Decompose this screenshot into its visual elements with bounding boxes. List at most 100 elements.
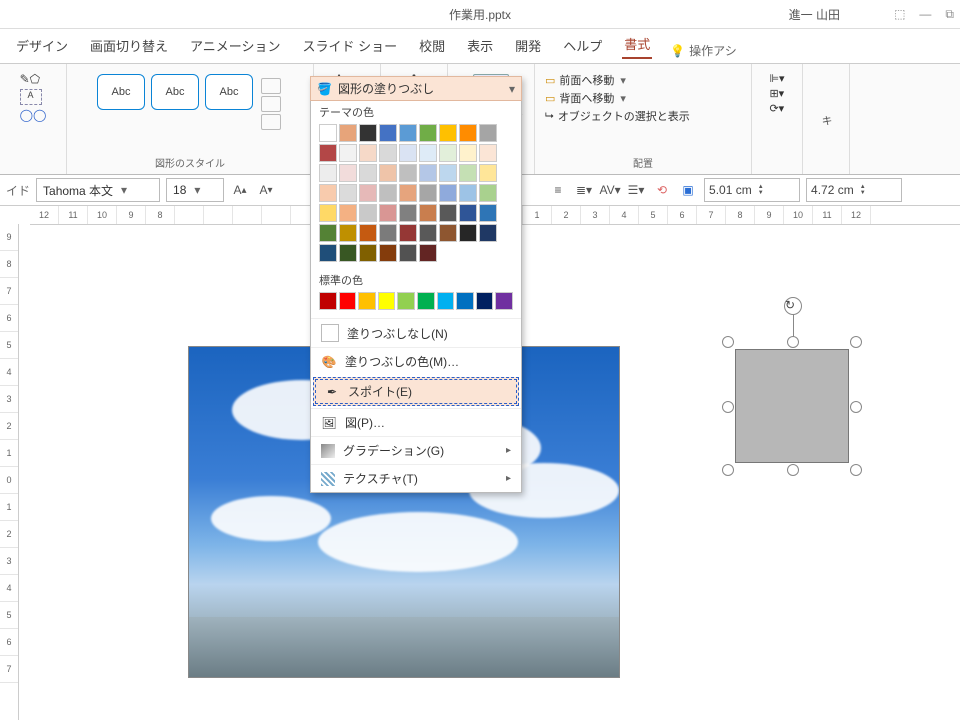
height-input[interactable]: 5.01 cm▲▼ bbox=[704, 178, 800, 202]
tab-design[interactable]: デザイン bbox=[14, 32, 70, 59]
increase-font-icon[interactable]: A▴ bbox=[230, 180, 250, 200]
color-swatch[interactable] bbox=[319, 184, 337, 202]
color-swatch[interactable] bbox=[479, 164, 497, 182]
color-swatch[interactable] bbox=[359, 224, 377, 242]
color-swatch[interactable] bbox=[479, 184, 497, 202]
shape-fill-button[interactable]: 🪣 図形の塗りつぶし ▾ bbox=[310, 76, 522, 101]
color-swatch[interactable] bbox=[439, 124, 457, 142]
color-swatch[interactable] bbox=[339, 224, 357, 242]
color-swatch[interactable] bbox=[379, 144, 397, 162]
shape-style-3[interactable]: Abc bbox=[205, 74, 253, 110]
color-swatch[interactable] bbox=[417, 292, 435, 310]
color-swatch[interactable] bbox=[339, 204, 357, 222]
color-swatch[interactable] bbox=[319, 144, 337, 162]
rotate-button[interactable]: ⟳▾ bbox=[769, 102, 784, 115]
color-swatch[interactable] bbox=[399, 164, 417, 182]
color-swatch[interactable] bbox=[439, 224, 457, 242]
color-swatch[interactable] bbox=[439, 144, 457, 162]
rotation-handle[interactable]: ↻ bbox=[784, 297, 802, 315]
ribbon-options-icon[interactable]: ⬚ bbox=[894, 7, 905, 22]
color-swatch[interactable] bbox=[319, 244, 337, 262]
group-button[interactable]: ⊞▾ bbox=[769, 87, 784, 100]
shape-style-1[interactable]: Abc bbox=[97, 74, 145, 110]
eyedropper-item[interactable]: ✒ スポイト(E) bbox=[313, 377, 519, 406]
color-swatch[interactable] bbox=[439, 164, 457, 182]
restore-button[interactable]: ⧉ bbox=[945, 7, 954, 22]
resize-handle-se[interactable] bbox=[850, 464, 862, 476]
color-swatch[interactable] bbox=[479, 204, 497, 222]
color-swatch[interactable] bbox=[479, 124, 497, 142]
columns-icon[interactable]: ☰▾ bbox=[626, 180, 646, 200]
color-swatch[interactable] bbox=[359, 164, 377, 182]
color-swatch[interactable] bbox=[379, 224, 397, 242]
shape-style-2[interactable]: Abc bbox=[151, 74, 199, 110]
resize-handle-e[interactable] bbox=[850, 401, 862, 413]
color-swatch[interactable] bbox=[379, 184, 397, 202]
color-swatch[interactable] bbox=[378, 292, 396, 310]
color-swatch[interactable] bbox=[379, 164, 397, 182]
color-swatch[interactable] bbox=[479, 144, 497, 162]
color-swatch[interactable] bbox=[379, 204, 397, 222]
resize-handle-n[interactable] bbox=[787, 336, 799, 348]
merge-shapes-icon[interactable]: ◯◯ bbox=[20, 108, 47, 122]
minimize-button[interactable]: — bbox=[919, 7, 931, 22]
color-swatch[interactable] bbox=[419, 164, 437, 182]
color-swatch[interactable] bbox=[359, 244, 377, 262]
selected-rectangle-shape[interactable]: ↻ bbox=[727, 341, 857, 471]
resize-handle-sw[interactable] bbox=[722, 464, 734, 476]
color-swatch[interactable] bbox=[476, 292, 494, 310]
selection-pane-button[interactable]: ⮡オブジェクトの選択と表示 bbox=[545, 108, 690, 124]
color-swatch[interactable] bbox=[319, 164, 337, 182]
color-swatch[interactable] bbox=[419, 144, 437, 162]
more-fill-colors-item[interactable]: 🎨 塗りつぶしの色(M)… bbox=[311, 347, 521, 375]
color-swatch[interactable] bbox=[459, 144, 477, 162]
color-swatch[interactable] bbox=[419, 124, 437, 142]
color-swatch[interactable] bbox=[399, 144, 417, 162]
clear-format-icon[interactable]: ⟲ bbox=[652, 180, 672, 200]
color-swatch[interactable] bbox=[359, 204, 377, 222]
tab-transitions[interactable]: 画面切り替え bbox=[88, 32, 170, 59]
tab-developer[interactable]: 開発 bbox=[513, 32, 543, 59]
gradient-fill-item[interactable]: グラデーション(G) ▸ bbox=[311, 436, 521, 464]
color-swatch[interactable] bbox=[339, 144, 357, 162]
color-swatch[interactable] bbox=[319, 292, 337, 310]
color-swatch[interactable] bbox=[419, 224, 437, 242]
resize-handle-nw[interactable] bbox=[722, 336, 734, 348]
tab-animations[interactable]: アニメーション bbox=[188, 32, 282, 59]
color-swatch[interactable] bbox=[419, 204, 437, 222]
crop-icon[interactable]: ▣ bbox=[678, 180, 698, 200]
bullets-icon[interactable]: ≣▾ bbox=[574, 180, 594, 200]
color-swatch[interactable] bbox=[399, 204, 417, 222]
color-swatch[interactable] bbox=[459, 204, 477, 222]
decrease-font-icon[interactable]: A▾ bbox=[256, 180, 276, 200]
bring-forward-button[interactable]: ▭前面へ移動▾ bbox=[545, 72, 690, 88]
font-size-selector[interactable]: 18▾ bbox=[166, 178, 224, 202]
color-swatch[interactable] bbox=[459, 124, 477, 142]
color-swatch[interactable] bbox=[459, 184, 477, 202]
tab-view[interactable]: 表示 bbox=[465, 32, 495, 59]
color-swatch[interactable] bbox=[456, 292, 474, 310]
picture-fill-item[interactable]: 🖼 図(P)… bbox=[311, 408, 521, 436]
color-swatch[interactable] bbox=[479, 224, 497, 242]
color-swatch[interactable] bbox=[459, 164, 477, 182]
tab-help[interactable]: ヘルプ bbox=[561, 32, 604, 59]
text-box-icon[interactable]: A bbox=[20, 89, 42, 105]
color-swatch[interactable] bbox=[359, 144, 377, 162]
font-selector[interactable]: Tahoma 本文▾ bbox=[36, 178, 160, 202]
send-backward-button[interactable]: ▭背面へ移動▾ bbox=[545, 90, 690, 106]
color-swatch[interactable] bbox=[459, 224, 477, 242]
color-swatch[interactable] bbox=[319, 204, 337, 222]
color-swatch[interactable] bbox=[495, 292, 513, 310]
color-swatch[interactable] bbox=[439, 184, 457, 202]
tab-review[interactable]: 校閲 bbox=[417, 32, 447, 59]
tab-format[interactable]: 書式 bbox=[622, 30, 652, 59]
color-swatch[interactable] bbox=[399, 184, 417, 202]
color-swatch[interactable] bbox=[339, 164, 357, 182]
color-swatch[interactable] bbox=[397, 292, 415, 310]
color-swatch[interactable] bbox=[379, 124, 397, 142]
color-swatch[interactable] bbox=[359, 124, 377, 142]
resize-handle-s[interactable] bbox=[787, 464, 799, 476]
align-left-icon[interactable]: ≡ bbox=[548, 180, 568, 200]
color-swatch[interactable] bbox=[339, 292, 357, 310]
texture-fill-item[interactable]: テクスチャ(T) ▸ bbox=[311, 464, 521, 492]
